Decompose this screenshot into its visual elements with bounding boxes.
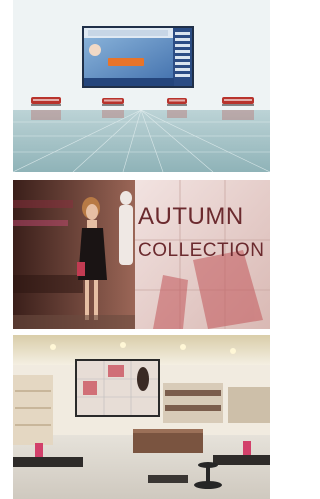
lobby-scene [13, 0, 270, 172]
fashion-store-photo: AUTUMN COLLECTION [13, 180, 270, 329]
lobby-display-photo [13, 0, 270, 172]
ad-cta-button [108, 58, 144, 66]
store-scene [13, 335, 270, 499]
fashion-scene: AUTUMN COLLECTION [13, 180, 270, 329]
shopping-bag [77, 262, 85, 276]
wall-text-autumn: AUTUMN [138, 203, 244, 230]
clothing-racks [163, 383, 270, 423]
image-stack: AUTUMN COLLECTION [0, 0, 274, 499]
retail-store-photo [13, 335, 270, 499]
wall-text-collection: COLLECTION [138, 240, 264, 261]
left-shelving [13, 375, 53, 445]
mannequin [119, 205, 133, 265]
